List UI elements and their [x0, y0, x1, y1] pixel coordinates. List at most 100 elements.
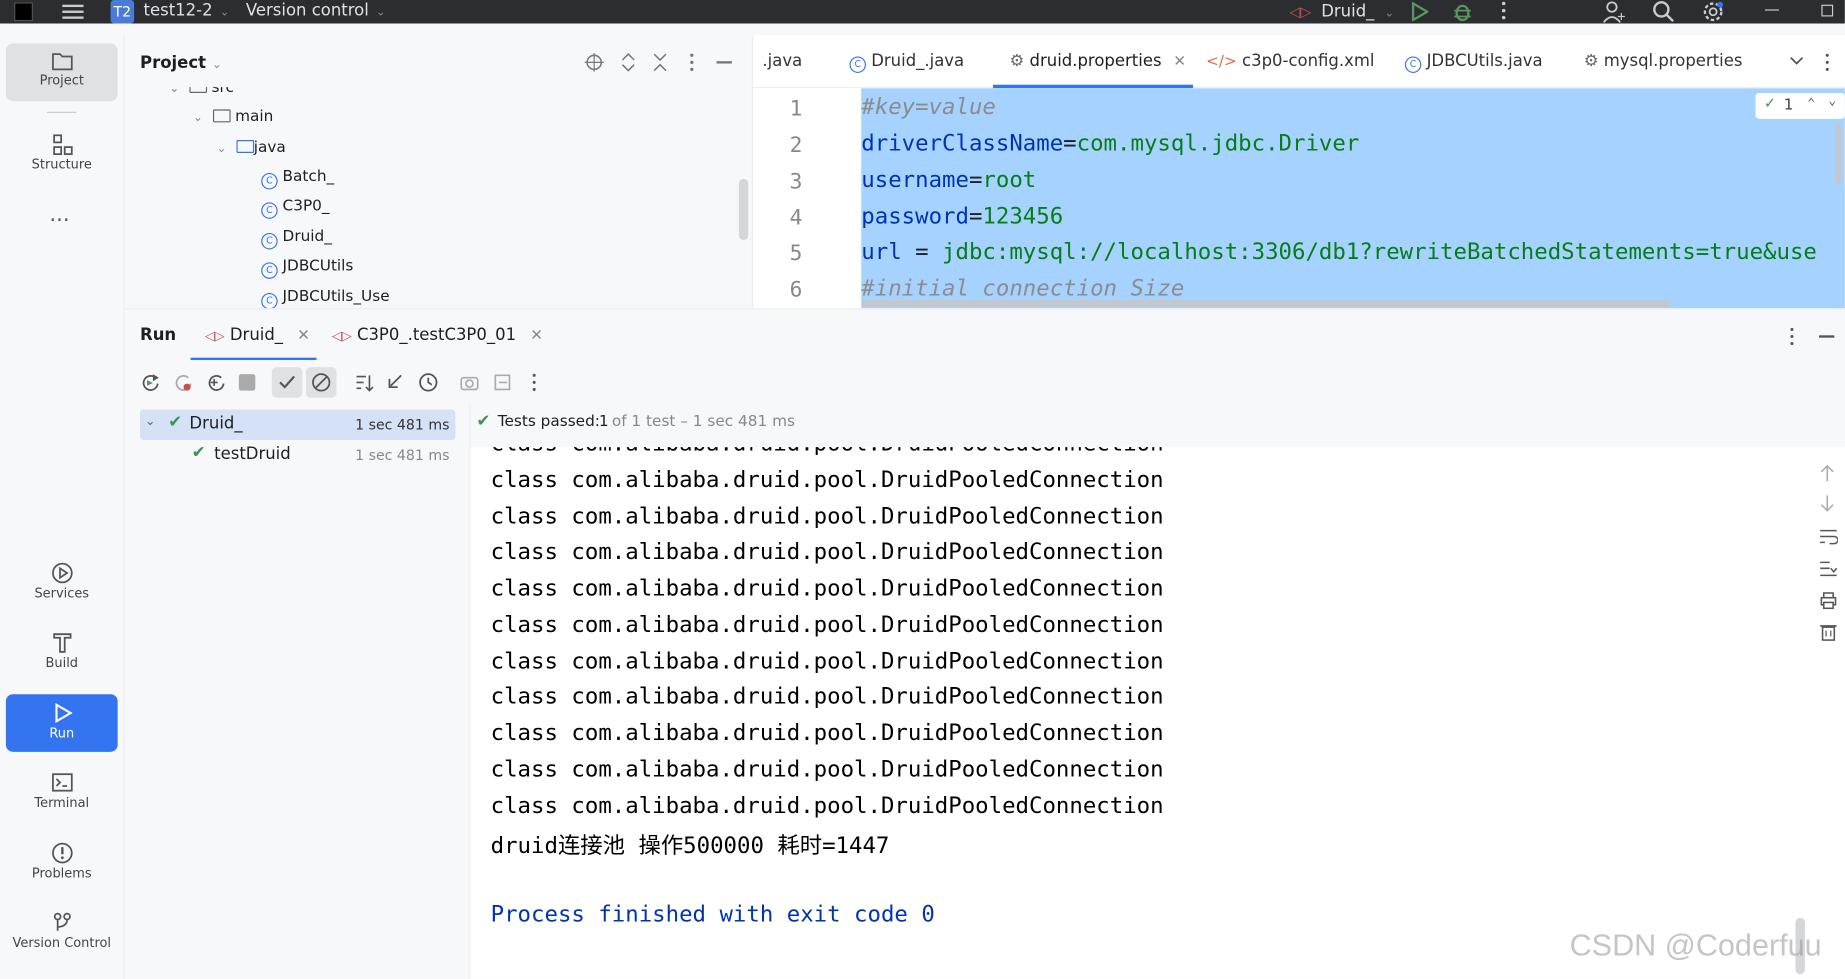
line-number: 3 — [789, 169, 803, 195]
run-options-icon[interactable] — [1788, 326, 1795, 347]
tree-item-druid[interactable]: C Druid_ — [261, 224, 332, 252]
sidebar-item-terminal[interactable]: Terminal — [6, 764, 118, 822]
settings-gear-icon[interactable] — [1701, 0, 1725, 24]
chevron-down-icon: ⌄ — [219, 5, 230, 19]
tree-item-label: src — [211, 87, 234, 97]
options-icon[interactable] — [687, 52, 696, 73]
editor-horizontal-scrollbar[interactable] — [861, 300, 1671, 308]
tab-java[interactable]: .java — [762, 35, 802, 88]
line-number: 2 — [789, 132, 803, 158]
test-passed-icon: ✔ — [168, 412, 183, 432]
rerun-icon[interactable] — [139, 372, 160, 393]
tree-item-batch[interactable]: C Batch_ — [261, 164, 334, 192]
minimize-button[interactable] — [1764, 9, 1780, 11]
ide-logo-icon[interactable] — [14, 2, 33, 22]
sidebar-item-project[interactable]: Project — [5, 43, 118, 102]
history-icon[interactable] — [418, 372, 439, 393]
editor-vertical-scrollbar[interactable] — [1835, 123, 1842, 185]
show-passed-toggle[interactable] — [271, 367, 303, 398]
close-icon[interactable]: ✕ — [297, 327, 310, 345]
tree-item-java[interactable]: ⌄ java — [216, 134, 285, 162]
rerun-automatically-icon[interactable] — [205, 372, 226, 393]
console-line: class com.alibaba.druid.pool.DruidPooled… — [490, 683, 1164, 710]
tree-item-src[interactable]: ⌄ src — [169, 87, 234, 102]
locate-file-icon[interactable] — [584, 52, 605, 73]
close-icon[interactable]: ✕ — [1173, 53, 1186, 71]
test-row-druid[interactable]: ⌄ ✔ Druid_ 1 sec 481 ms — [140, 409, 456, 441]
export-icon[interactable] — [492, 372, 513, 393]
run-button[interactable] — [1410, 1, 1429, 22]
tab-druid-java[interactable]: C Druid_.java — [849, 35, 964, 88]
add-user-icon[interactable] — [1603, 0, 1627, 24]
vcs-menu[interactable]: Version control ⌄ — [246, 1, 386, 20]
clear-all-icon[interactable] — [1819, 622, 1838, 641]
tab-c3p0-config[interactable]: </> c3p0-config.xml — [1206, 35, 1374, 88]
tree-item-jdbcutils[interactable]: C JDBCUtils — [261, 253, 353, 281]
tree-item-main[interactable]: ⌄ main — [193, 104, 273, 132]
line-number: 6 — [789, 277, 803, 303]
test-row-testdruid[interactable]: ✔ testDruid 1 sec 481 ms — [140, 440, 455, 471]
property-separator: = — [968, 203, 983, 230]
test-status-bar: ✔ Tests passed: 1 of 1 test – 1 sec 481 … — [470, 404, 1845, 441]
status-suffix: of 1 test – 1 sec 481 ms — [611, 412, 795, 431]
tree-item-c3p0[interactable]: C C3P0_ — [261, 193, 330, 221]
show-ignored-toggle[interactable] — [305, 367, 337, 398]
run-config-label: Druid_ — [1321, 2, 1375, 22]
sidebar-item-structure[interactable]: Structure — [6, 127, 118, 185]
sidebar-item-services[interactable]: Services — [6, 554, 118, 612]
sidebar-item-problems[interactable]: Problems — [6, 834, 118, 892]
tab-list-chevron-icon[interactable] — [1788, 52, 1804, 68]
close-icon[interactable]: ✕ — [530, 327, 543, 345]
tree-item-jdbcutils-use[interactable]: C JDBCUtils_Use — [261, 284, 390, 309]
search-icon[interactable] — [1652, 0, 1676, 24]
main-menu-icon[interactable] — [61, 2, 85, 21]
inspection-widget[interactable]: ✓ 1 ⌃ ⌄ — [1755, 92, 1845, 119]
console-output[interactable]: class com.alibaba.druid.pool.DruidPooled… — [470, 447, 1845, 979]
hide-run-panel-button[interactable] — [1819, 335, 1835, 338]
more-actions-icon[interactable] — [1497, 0, 1511, 21]
collapse-all-icon[interactable] — [651, 52, 670, 73]
sidebar-item-run[interactable]: Run — [5, 694, 118, 752]
version-control-icon — [53, 912, 71, 931]
camera-icon[interactable] — [459, 372, 480, 393]
tab-mysql-properties[interactable]: ⚙ mysql.properties — [1584, 35, 1743, 88]
scroll-down-icon[interactable] — [1819, 494, 1835, 513]
editor-options-icon[interactable] — [1824, 52, 1831, 73]
soft-wrap-icon[interactable] — [1819, 527, 1838, 546]
hide-panel-button[interactable] — [716, 61, 732, 63]
previous-highlight-icon[interactable]: ⌃ — [1807, 95, 1815, 110]
tab-jdbcutils-java[interactable]: C JDBCUtils.java — [1404, 35, 1543, 88]
run-config-selector[interactable]: ◁▷ Druid_ ⌄ — [1290, 2, 1395, 21]
property-value: jdbc:mysql://localhost:3306/db1?rewriteB… — [942, 238, 1817, 265]
print-icon[interactable] — [1819, 591, 1838, 610]
sidebar-item-label: Problems — [31, 865, 92, 882]
vcs-menu-label: Version control — [245, 1, 369, 21]
sidebar-item-version-control[interactable]: Version Control — [6, 904, 118, 962]
more-tool-windows-button[interactable]: ... — [49, 202, 69, 227]
debug-button[interactable] — [1452, 1, 1473, 22]
folder-icon — [212, 109, 231, 123]
expand-all-icon[interactable] — [619, 52, 638, 73]
tab-druid-properties[interactable]: ⚙ druid.properties ✕ — [1010, 35, 1187, 88]
maximize-button[interactable] — [1821, 4, 1834, 17]
tree-item-label: java — [253, 138, 286, 157]
project-panel-title[interactable]: Project ⌄ — [140, 54, 222, 73]
inspection-count: 1 — [1783, 96, 1794, 115]
tree-item-label: Batch_ — [282, 168, 335, 186]
sidebar-item-build[interactable]: Build — [6, 624, 118, 682]
next-highlight-icon[interactable]: ⌄ — [1828, 93, 1836, 108]
run-tab-c3p0[interactable]: ◁▷ C3P0_.testC3P0_01 ✕ — [332, 309, 543, 361]
rerun-failed-icon[interactable] — [172, 372, 193, 393]
run-tab-druid[interactable]: ◁▷ Druid_ ✕ — [205, 309, 310, 361]
test-passed-icon: ✔ — [191, 443, 206, 463]
run-tab-label: Druid_ — [229, 325, 284, 345]
code-editor[interactable]: 1 2 3 4 5 6 #key=value driverClassName=c… — [753, 88, 1845, 309]
sort-icon[interactable] — [353, 372, 374, 393]
stop-icon[interactable] — [238, 374, 256, 391]
scroll-to-end-icon[interactable] — [1819, 559, 1838, 578]
import-tests-icon[interactable] — [385, 372, 406, 393]
project-selector[interactable]: test12-2 ⌄ — [144, 1, 230, 20]
tree-scrollbar[interactable] — [738, 178, 749, 241]
toolbar-more-icon[interactable] — [531, 372, 538, 393]
scroll-up-icon[interactable] — [1819, 464, 1835, 483]
